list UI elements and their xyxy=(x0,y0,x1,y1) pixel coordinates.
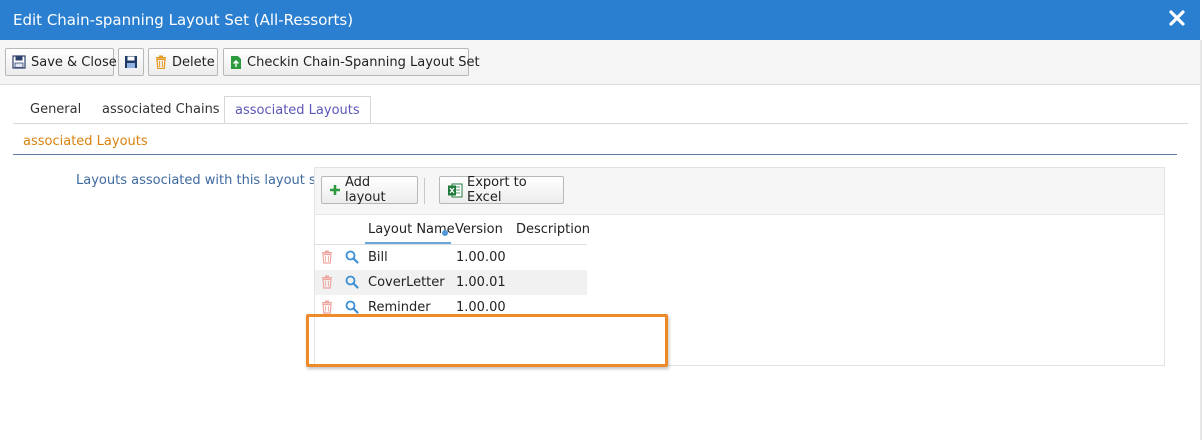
layouts-field-label: Layouts associated with this layout set xyxy=(76,173,329,188)
add-layout-button[interactable]: Add layout xyxy=(321,175,418,205)
trash-icon xyxy=(156,55,166,69)
save-close-button[interactable]: Save & Close xyxy=(5,48,117,76)
grid-toolbar: Add layout Export to Excel xyxy=(315,168,1164,215)
save-close-label: Save & Close xyxy=(31,54,117,70)
trash-icon[interactable] xyxy=(321,275,333,289)
checkin-label: Checkin Chain-Spanning Layout Set xyxy=(247,54,480,70)
export-excel-button[interactable]: Export to Excel xyxy=(439,175,564,205)
table-row[interactable]: CoverLetter 1.00.01 xyxy=(315,270,587,295)
magnifier-icon[interactable] xyxy=(345,250,359,264)
table-row[interactable]: Bill 1.00.00 xyxy=(315,245,587,270)
tab-associated-layouts[interactable]: associated Layouts xyxy=(224,96,371,124)
window-titlebar: Edit Chain-spanning Layout Set (All-Ress… xyxy=(0,0,1200,40)
close-icon[interactable] xyxy=(1168,9,1186,27)
layout-name-cell: CoverLetter xyxy=(368,275,445,290)
trash-icon[interactable] xyxy=(321,300,333,314)
excel-icon xyxy=(448,183,463,197)
sort-indicator-icon xyxy=(442,230,448,236)
section-divider xyxy=(13,154,1177,155)
tab-general[interactable]: General xyxy=(30,96,81,124)
highlight-annotation-box xyxy=(306,314,668,367)
checkin-document-icon xyxy=(231,55,241,69)
floppy-disk-icon xyxy=(125,56,137,68)
column-header-version[interactable]: Version xyxy=(455,222,503,237)
section-title: associated Layouts xyxy=(23,134,148,149)
export-excel-label: Export to Excel xyxy=(467,175,527,205)
layout-name-cell: Bill xyxy=(368,250,388,265)
toolbar-separator xyxy=(424,178,425,204)
version-cell: 1.00.00 xyxy=(456,300,506,315)
window-title: Edit Chain-spanning Layout Set (All-Ress… xyxy=(13,11,354,29)
checkin-button[interactable]: Checkin Chain-Spanning Layout Set xyxy=(223,48,480,76)
delete-label: Delete xyxy=(172,54,215,70)
version-cell: 1.00.01 xyxy=(456,275,506,290)
toolbar: Save & Close Delete Checkin Chain-Spanni… xyxy=(0,40,1200,85)
magnifier-icon[interactable] xyxy=(345,300,359,314)
plus-icon xyxy=(330,185,340,195)
tab-divider xyxy=(13,123,1188,124)
save-button[interactable] xyxy=(118,48,144,76)
tab-associated-chains[interactable]: associated Chains xyxy=(102,96,220,124)
version-cell: 1.00.00 xyxy=(456,250,506,265)
trash-icon[interactable] xyxy=(321,250,333,264)
column-header-description[interactable]: Description xyxy=(516,222,590,237)
add-layout-label: Add layout xyxy=(345,175,386,205)
layout-name-cell: Reminder xyxy=(368,300,431,315)
delete-button[interactable]: Delete xyxy=(148,48,218,76)
save-icon xyxy=(12,55,26,69)
magnifier-icon[interactable] xyxy=(345,275,359,289)
